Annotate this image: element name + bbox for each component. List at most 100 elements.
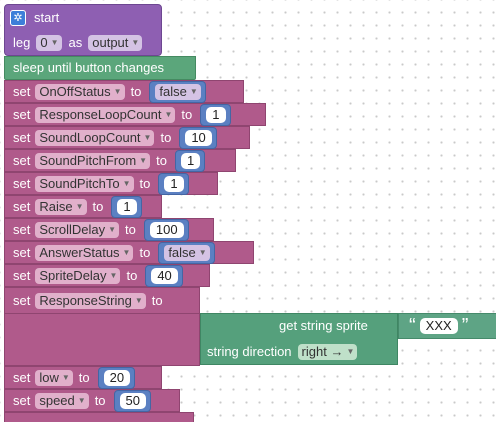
- to-label: to: [125, 222, 136, 237]
- variable-dropdown[interactable]: SoundPitchTo ▼: [35, 176, 134, 192]
- set-label: set: [13, 153, 31, 168]
- to-label: to: [139, 245, 151, 260]
- variable-name: OnOffStatus: [39, 84, 111, 99]
- number-input[interactable]: 20: [103, 370, 131, 386]
- string-direction-label: string direction: [207, 344, 292, 359]
- to-label: to: [94, 393, 106, 408]
- number-input[interactable]: 1: [206, 107, 226, 123]
- set-label: set: [13, 245, 31, 260]
- sleep-block[interactable]: sleep until button changes: [4, 56, 196, 80]
- gear-icon[interactable]: ✲: [10, 10, 26, 26]
- set-block-soundloopcount[interactable]: set SoundLoopCount ▼ to 10: [4, 126, 250, 149]
- variable-name: Raise: [39, 199, 73, 214]
- number-block[interactable]: 50: [113, 390, 151, 412]
- variable-name: ResponseString: [39, 293, 132, 308]
- set-label: set: [13, 393, 31, 408]
- set-block-soundpitchfrom[interactable]: set SoundPitchFrom ▼ to 1: [4, 149, 236, 172]
- number-block[interactable]: 40: [145, 265, 183, 287]
- to-label: to: [156, 153, 167, 168]
- to-label: to: [126, 268, 138, 283]
- close-quote-icon: ”: [461, 315, 469, 337]
- variable-dropdown[interactable]: speed ▼: [35, 393, 89, 409]
- variable-dropdown[interactable]: ResponseLoopCount ▼: [35, 107, 176, 123]
- set-label: set: [13, 268, 31, 283]
- boolean-dropdown[interactable]: false ▼: [164, 245, 210, 261]
- variable-dropdown[interactable]: SpriteDelay ▼: [35, 268, 121, 284]
- set-block-onoffstatus[interactable]: set OnOffStatus ▼ to false ▼: [4, 80, 244, 103]
- set-label: set: [13, 130, 31, 145]
- set-responsestring-header[interactable]: set ResponseString ▼ to: [4, 287, 200, 313]
- direction-dropdown[interactable]: right → ▼: [297, 344, 358, 360]
- set-block-spritedelay[interactable]: set SpriteDelay ▼ to 40: [4, 264, 210, 287]
- variable-dropdown[interactable]: AnswerStatus ▼: [35, 245, 134, 261]
- variable-dropdown[interactable]: OnOffStatus ▼: [35, 84, 125, 100]
- text-input[interactable]: XXX: [419, 318, 458, 334]
- set-block-low[interactable]: set low ▼ to 20: [4, 366, 162, 389]
- number-block[interactable]: 20: [97, 367, 136, 389]
- set-block-partial[interactable]: [4, 412, 194, 422]
- start-block[interactable]: ✲ start leg 0 ▼ as output ▼: [4, 4, 162, 56]
- set-block-responseloopcount[interactable]: set ResponseLoopCount ▼ to 1: [4, 103, 266, 126]
- set-block-speed[interactable]: set speed ▼ to 50: [4, 389, 180, 412]
- set-label: set: [13, 107, 31, 122]
- number-block[interactable]: 1: [158, 173, 189, 195]
- get-string-sprite-block[interactable]: get string sprite string direction right…: [200, 313, 398, 365]
- set-block-scrolldelay[interactable]: set ScrollDelay ▼ to 100: [4, 218, 214, 241]
- number-input[interactable]: 10: [185, 130, 212, 146]
- set-block-responsestring[interactable]: [4, 313, 200, 366]
- direction-value: right →: [301, 344, 344, 359]
- number-block[interactable]: 10: [179, 127, 217, 149]
- variable-dropdown[interactable]: low ▼: [35, 370, 73, 386]
- to-label: to: [139, 176, 151, 191]
- boolean-block[interactable]: false ▼: [149, 81, 206, 103]
- to-label: to: [92, 199, 104, 214]
- as-label: as: [68, 35, 83, 50]
- number-input[interactable]: 1: [164, 176, 184, 192]
- chevron-down-icon: ▼: [164, 110, 173, 119]
- set-label: set: [13, 293, 31, 308]
- set-block-answerstatus[interactable]: set AnswerStatus ▼ to false ▼: [4, 241, 254, 264]
- boolean-dropdown[interactable]: false ▼: [155, 84, 201, 100]
- set-label: set: [13, 199, 31, 214]
- chevron-down-icon: ▼: [77, 396, 86, 405]
- start-label: start: [34, 10, 60, 25]
- number-block[interactable]: 1: [111, 196, 142, 218]
- set-block-raise[interactable]: set Raise ▼ to 1: [4, 195, 162, 218]
- variable-name: AnswerStatus: [39, 245, 120, 260]
- set-block-soundpitchto[interactable]: set SoundPitchTo ▼ to 1: [4, 172, 218, 195]
- chevron-down-icon: ▼: [61, 373, 70, 382]
- number-input[interactable]: 1: [117, 199, 137, 215]
- chevron-down-icon: ▼: [134, 296, 143, 305]
- chevron-down-icon: ▼: [108, 225, 117, 234]
- chevron-down-icon: ▼: [198, 248, 207, 257]
- mode-dropdown[interactable]: output ▼: [88, 35, 143, 51]
- chevron-down-icon: ▼: [189, 87, 198, 96]
- chevron-down-icon: ▼: [50, 38, 59, 47]
- number-input[interactable]: 50: [119, 393, 146, 409]
- boolean-block[interactable]: false ▼: [158, 242, 215, 264]
- leg-dropdown[interactable]: 0 ▼: [36, 35, 62, 51]
- variable-name: low: [39, 370, 59, 385]
- chevron-down-icon: ▼: [346, 347, 355, 356]
- text-literal-block[interactable]: “ XXX ”: [398, 313, 496, 339]
- number-block[interactable]: 1: [200, 104, 231, 126]
- number-block[interactable]: 100: [143, 219, 189, 241]
- variable-dropdown[interactable]: ResponseString ▼: [35, 293, 146, 309]
- get-string-sprite-label: get string sprite: [279, 318, 368, 333]
- number-block[interactable]: 1: [174, 150, 206, 172]
- variable-dropdown[interactable]: ScrollDelay ▼: [35, 222, 120, 238]
- to-label: to: [130, 84, 142, 99]
- set-label: set: [13, 370, 31, 385]
- number-input[interactable]: 40: [151, 268, 178, 284]
- variable-name: SoundPitchFrom: [39, 153, 137, 168]
- number-input[interactable]: 100: [149, 222, 184, 238]
- set-label: set: [13, 84, 31, 99]
- chevron-down-icon: ▼: [113, 87, 122, 96]
- leg-label: leg: [13, 35, 31, 50]
- variable-dropdown[interactable]: Raise ▼: [35, 199, 87, 215]
- variable-dropdown[interactable]: SoundPitchFrom ▼: [35, 153, 151, 169]
- number-input[interactable]: 1: [180, 153, 201, 169]
- chevron-down-icon: ▼: [143, 133, 152, 142]
- chevron-down-icon: ▼: [75, 202, 84, 211]
- variable-dropdown[interactable]: SoundLoopCount ▼: [35, 130, 155, 146]
